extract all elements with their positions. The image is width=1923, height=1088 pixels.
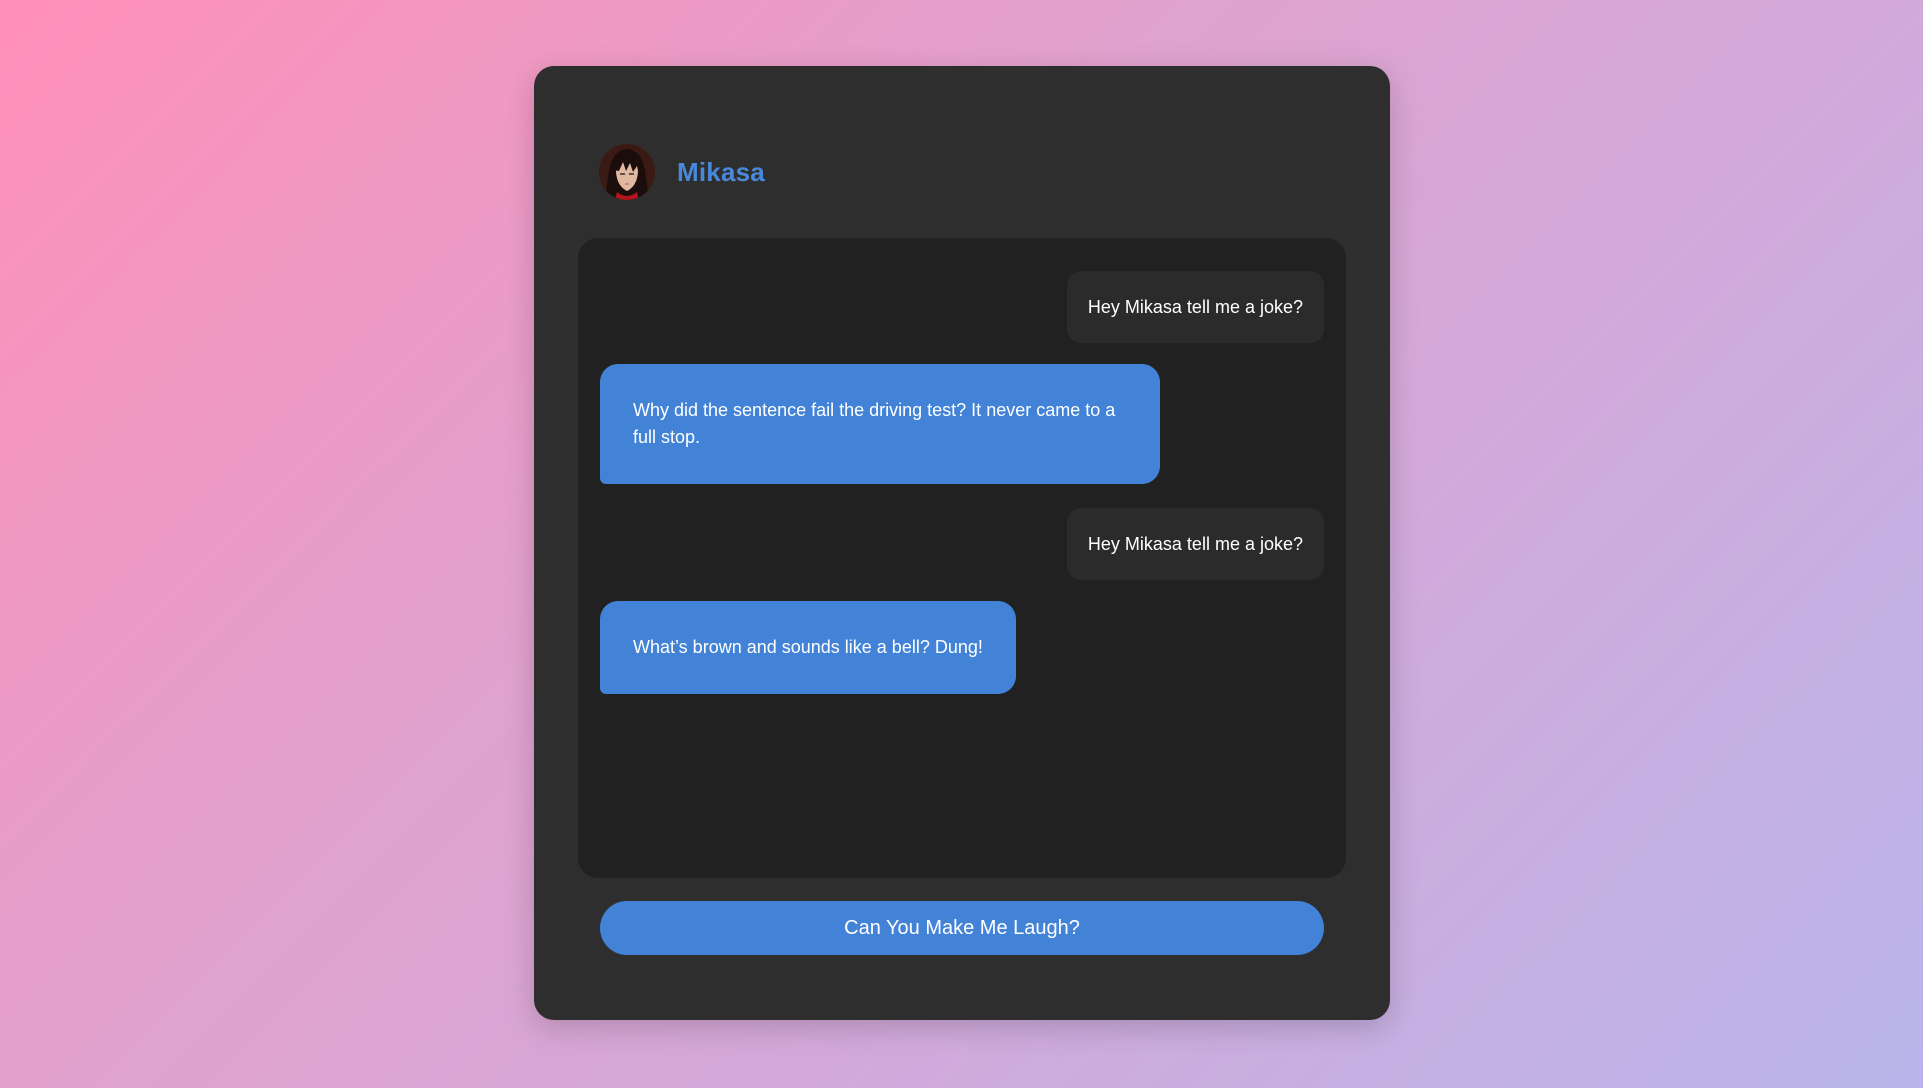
- contact-name: Mikasa: [677, 156, 765, 187]
- chat-header: Mikasa: [599, 144, 765, 200]
- character-avatar-icon: [599, 144, 655, 200]
- chat-card: Mikasa Hey Mikasa tell me a joke? Why di…: [534, 66, 1390, 1020]
- bot-message: What’s brown and sounds like a bell? Dun…: [600, 601, 1016, 694]
- avatar: [599, 144, 655, 200]
- bot-message: Why did the sentence fail the driving te…: [600, 364, 1160, 484]
- user-message: Hey Mikasa tell me a joke?: [1066, 271, 1324, 343]
- user-message: Hey Mikasa tell me a joke?: [1066, 508, 1324, 580]
- chat-messages[interactable]: Hey Mikasa tell me a joke? Why did the s…: [578, 238, 1346, 878]
- make-me-laugh-button[interactable]: Can You Make Me Laugh?: [600, 901, 1324, 955]
